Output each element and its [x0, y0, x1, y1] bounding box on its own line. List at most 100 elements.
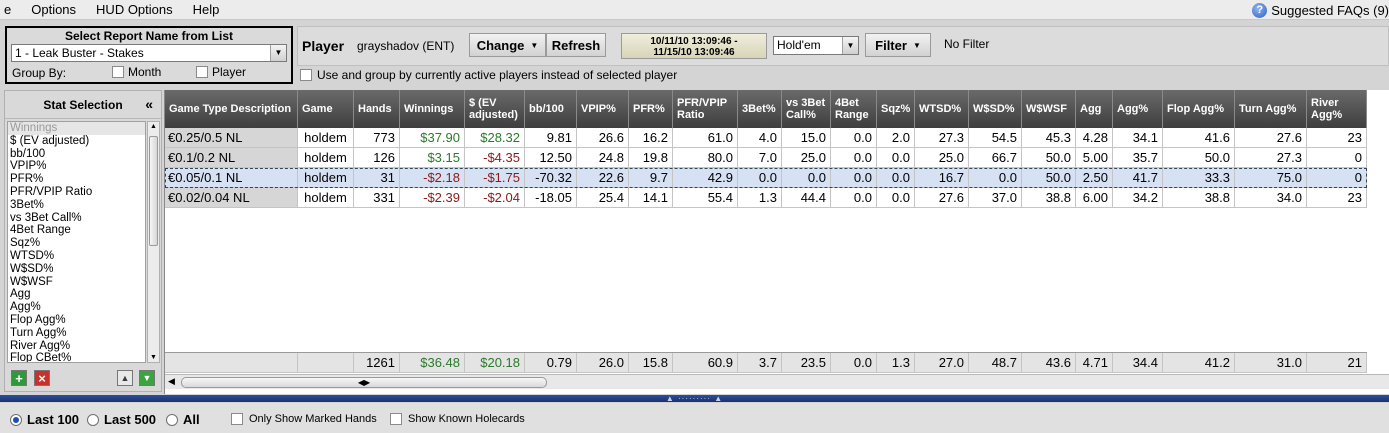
- checkbox-box[interactable]: [196, 66, 208, 78]
- column-header[interactable]: Game Type Description: [165, 90, 298, 128]
- stat-list-item[interactable]: bb/100: [8, 148, 145, 161]
- stat-list-item[interactable]: Flop Agg%: [8, 314, 145, 327]
- menu-item-options[interactable]: Options: [21, 0, 86, 20]
- column-header[interactable]: Sqz%: [877, 90, 915, 128]
- stat-list-item[interactable]: River Agg%: [8, 340, 145, 353]
- last-100-radio[interactable]: Last 100: [10, 412, 79, 427]
- column-header[interactable]: Turn Agg%: [1235, 90, 1307, 128]
- scroll-down-icon[interactable]: ▼: [148, 354, 159, 361]
- column-header[interactable]: Agg%: [1113, 90, 1163, 128]
- group-by-month-checkbox[interactable]: Month: [112, 65, 161, 79]
- stat-list-item[interactable]: Agg%: [8, 301, 145, 314]
- column-header[interactable]: 3Bet%: [738, 90, 782, 128]
- grid-horizontal-scrollbar[interactable]: ◀ ◀▶: [165, 374, 1389, 389]
- column-header[interactable]: 4Bet Range: [831, 90, 877, 128]
- checkbox-box[interactable]: [231, 413, 243, 425]
- table-cell: 27.6: [915, 188, 969, 208]
- column-header[interactable]: Hands: [354, 90, 400, 128]
- stat-list-item[interactable]: Agg: [8, 288, 145, 301]
- column-header[interactable]: W$WSF: [1022, 90, 1076, 128]
- column-header[interactable]: River Agg%: [1307, 90, 1367, 128]
- table-cell: €0.1/0.2 NL: [165, 148, 298, 168]
- scrollbar-thumb[interactable]: ◀▶: [181, 377, 547, 388]
- last-500-radio[interactable]: Last 500: [87, 412, 156, 427]
- menu-item-hud-options[interactable]: HUD Options: [86, 0, 183, 20]
- panel-splitter[interactable]: ▲ ········· ▲: [0, 394, 1389, 403]
- column-header[interactable]: $ (EV adjusted): [465, 90, 525, 128]
- refresh-button[interactable]: Refresh: [546, 33, 606, 57]
- scrollbar-thumb[interactable]: [149, 136, 158, 246]
- all-radio[interactable]: All: [166, 412, 200, 427]
- table-row[interactable]: €0.02/0.04 NL holdem 331 -$2.39 -$2.04 -18.05…: [165, 188, 1367, 208]
- column-header[interactable]: Game: [298, 90, 354, 128]
- column-header[interactable]: Agg: [1076, 90, 1113, 128]
- radio-button[interactable]: [10, 413, 22, 426]
- table-cell: 12.50: [525, 148, 577, 168]
- table-cell: 4.28: [1076, 128, 1113, 148]
- table-cell: 34.2: [1113, 188, 1163, 208]
- date-range-button[interactable]: 10/11/10 13:09:46 - 11/15/10 13:09:46: [621, 33, 767, 59]
- add-stat-icon[interactable]: +: [11, 370, 27, 386]
- stat-list-item[interactable]: $ (EV adjusted): [8, 135, 145, 148]
- stat-list-item[interactable]: 4Bet Range: [8, 224, 145, 237]
- stat-list-item[interactable]: Flop CBet%: [8, 352, 145, 362]
- stat-selection-header: Stat Selection «: [5, 91, 161, 119]
- change-player-button[interactable]: Change ▼: [469, 33, 546, 57]
- move-up-icon[interactable]: ▲: [117, 370, 133, 386]
- only-marked-hands-checkbox[interactable]: Only Show Marked Hands: [231, 413, 377, 425]
- stat-list-item[interactable]: VPIP%: [8, 160, 145, 173]
- table-cell: 331: [354, 188, 400, 208]
- grid-totals-row: 1261 $36.48 $20.18 0.79 26.0 15.8 60.9 3.7 23.5 0…: [165, 352, 1367, 373]
- stat-list-item[interactable]: PFR%: [8, 173, 145, 186]
- stat-list-item[interactable]: W$WSF: [8, 276, 145, 289]
- stat-list-item[interactable]: vs 3Bet Call%: [8, 212, 145, 225]
- stat-list-item[interactable]: Sqz%: [8, 237, 145, 250]
- stat-list-item[interactable]: Turn Agg%: [8, 327, 145, 340]
- collapse-icon[interactable]: «: [145, 96, 153, 112]
- stat-list-item[interactable]: W$SD%: [8, 263, 145, 276]
- game-type-dropdown[interactable]: Hold'em ▼: [773, 36, 859, 55]
- checkbox-box[interactable]: [390, 413, 402, 425]
- column-header[interactable]: PFR%: [629, 90, 673, 128]
- suggested-faqs-link[interactable]: ? Suggested FAQs (9): [1252, 0, 1389, 20]
- filter-button[interactable]: Filter ▼: [865, 33, 931, 57]
- stat-list-item[interactable]: PFR/VPIP Ratio: [8, 186, 145, 199]
- table-row[interactable]: €0.1/0.2 NL holdem 126 $3.15 -$4.35 12.50 24.8…: [165, 148, 1367, 168]
- group-by-player-checkbox[interactable]: Player: [196, 65, 246, 79]
- scroll-up-icon[interactable]: ▲: [148, 123, 159, 130]
- show-known-holecards-checkbox[interactable]: Show Known Holecards: [390, 413, 525, 425]
- chevron-down-icon[interactable]: ▼: [270, 45, 286, 61]
- move-down-icon[interactable]: ▼: [139, 370, 155, 386]
- table-cell: 0: [1307, 168, 1367, 188]
- column-header[interactable]: Winnings: [400, 90, 465, 128]
- table-cell: 0.0: [831, 188, 877, 208]
- column-header[interactable]: vs 3Bet Call%: [782, 90, 831, 128]
- stat-list-scrollbar[interactable]: ▲ ▼: [147, 121, 160, 363]
- scroll-left-icon[interactable]: ◀: [168, 376, 175, 387]
- table-row[interactable]: €0.25/0.5 NL holdem 773 $37.90 $28.32 9.81 26.…: [165, 128, 1367, 148]
- use-active-players-checkbox[interactable]: Use and group by currently active player…: [300, 68, 677, 82]
- stat-list-item[interactable]: Winnings: [8, 122, 145, 135]
- chevron-down-icon[interactable]: ▼: [842, 37, 858, 54]
- stat-list-item[interactable]: 3Bet%: [8, 199, 145, 212]
- column-header[interactable]: bb/100: [525, 90, 577, 128]
- table-cell: 0.0: [877, 148, 915, 168]
- column-header[interactable]: W$SD%: [969, 90, 1022, 128]
- checkbox-box[interactable]: [300, 69, 312, 81]
- radio-button[interactable]: [166, 413, 178, 426]
- menu-item-edit[interactable]: e: [0, 0, 21, 20]
- radio-button[interactable]: [87, 413, 99, 426]
- checkbox-box[interactable]: [112, 66, 124, 78]
- table-cell: 38.8: [1163, 188, 1235, 208]
- column-header[interactable]: Flop Agg%: [1163, 90, 1235, 128]
- table-row[interactable]: €0.05/0.1 NL holdem 31 -$2.18 -$1.75 -70.32 22…: [165, 168, 1367, 188]
- menu-item-help[interactable]: Help: [183, 0, 230, 20]
- table-cell: holdem: [298, 128, 354, 148]
- column-header[interactable]: VPIP%: [577, 90, 629, 128]
- column-header[interactable]: WTSD%: [915, 90, 969, 128]
- table-cell: 33.3: [1163, 168, 1235, 188]
- column-header[interactable]: PFR/VPIP Ratio: [673, 90, 738, 128]
- stat-list-item[interactable]: WTSD%: [8, 250, 145, 263]
- report-name-dropdown[interactable]: 1 - Leak Buster - Stakes ▼: [11, 44, 287, 62]
- remove-stat-icon[interactable]: ×: [34, 370, 50, 386]
